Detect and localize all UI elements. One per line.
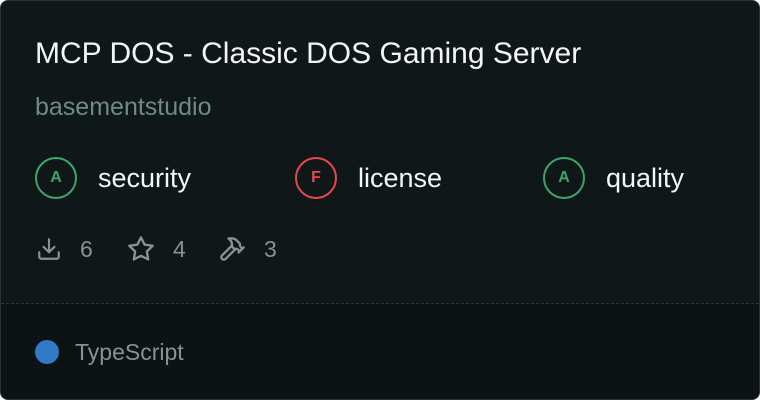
downloads-count: 6 xyxy=(80,235,93,262)
quality-label: quality xyxy=(606,162,685,193)
license-label: license xyxy=(358,162,443,193)
tools-stat: 3 xyxy=(218,234,277,264)
security-grade-badge: A xyxy=(35,157,77,199)
license-grade-badge: F xyxy=(295,157,337,199)
star-icon xyxy=(128,236,154,261)
tools-count: 3 xyxy=(264,235,277,262)
quality-grade-badge: A xyxy=(543,157,585,199)
security-label: security xyxy=(98,162,192,193)
stars-stat: 4 xyxy=(127,234,186,264)
stars-count: 4 xyxy=(173,235,186,262)
language-name: TypeScript xyxy=(75,338,184,365)
quality-score: A quality xyxy=(543,157,684,199)
language-indicator: TypeScript xyxy=(35,339,184,365)
downloads-stat: 6 xyxy=(36,234,93,264)
hammer-icon xyxy=(220,237,245,261)
server-title[interactable]: MCP DOS - Classic DOS Gaming Server xyxy=(35,37,581,71)
server-card[interactable]: MCP DOS - Classic DOS Gaming Server base… xyxy=(0,0,760,400)
download-icon xyxy=(38,238,60,260)
server-author[interactable]: basementstudio xyxy=(35,92,212,122)
language-color-dot xyxy=(35,340,59,364)
security-score: A security xyxy=(35,157,191,199)
license-score: F license xyxy=(295,157,442,199)
